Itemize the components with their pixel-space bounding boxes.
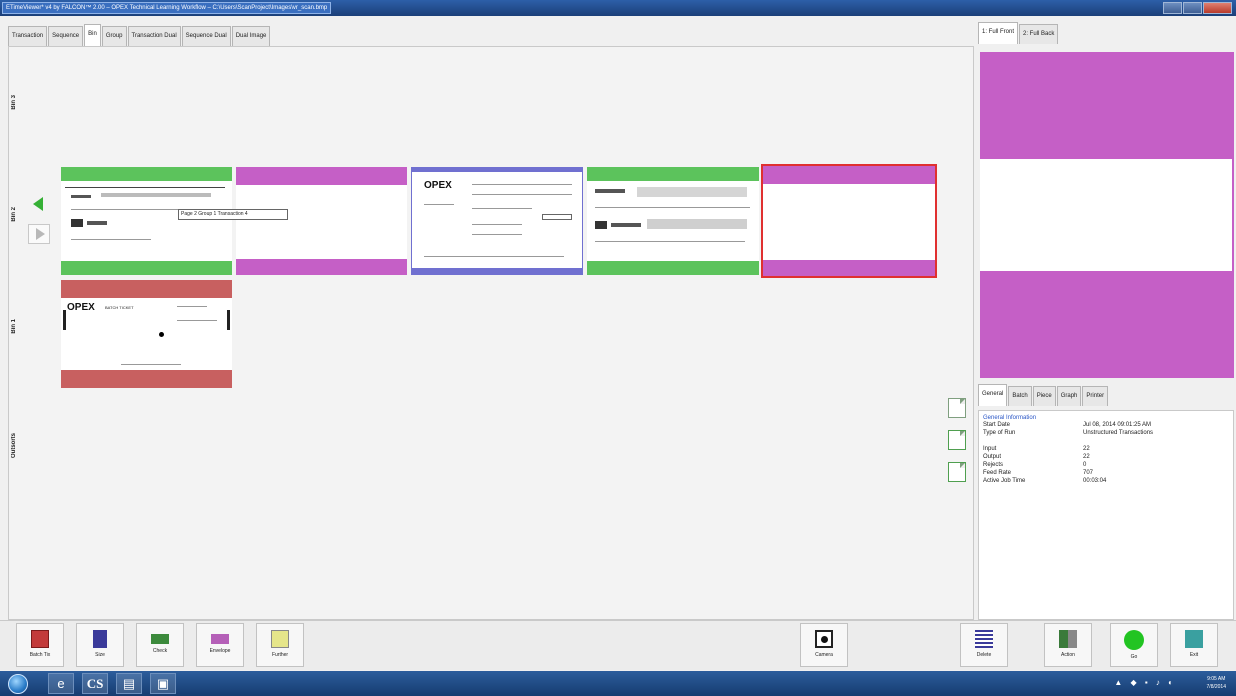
tab-bin[interactable]: Bin xyxy=(84,24,101,46)
front-page-icon[interactable] xyxy=(948,398,966,418)
batch-ticket-caption: BATCH TICKET xyxy=(105,305,134,310)
check-icon xyxy=(151,634,169,644)
start-button-icon[interactable] xyxy=(8,674,28,694)
batch-ticket-icon xyxy=(31,630,49,648)
tab-sequence[interactable]: Sequence xyxy=(48,26,84,46)
tab-batch[interactable]: Batch xyxy=(1008,386,1032,406)
opex-logo: OPEX xyxy=(424,180,452,191)
check-button[interactable]: Check xyxy=(136,623,184,667)
delete-icon xyxy=(975,630,993,648)
general-info-panel: General Information Start Date Jul 08, 2… xyxy=(978,410,1234,620)
exit-icon xyxy=(1185,630,1203,648)
tab-printer[interactable]: Printer xyxy=(1082,386,1109,406)
camera-icon xyxy=(815,630,833,648)
tab-full-front[interactable]: 1: Full Front xyxy=(978,22,1019,44)
exit-button[interactable]: Exit xyxy=(1170,623,1218,667)
info-row-active-job-time: Active Job Time 00:03:04 xyxy=(983,478,1107,484)
full-image-preview xyxy=(980,52,1234,378)
batch-ticket-button[interactable]: Batch Tix xyxy=(16,623,64,667)
document-thumbnail-batch-ticket[interactable]: OPEX BATCH TICKET xyxy=(61,280,232,388)
previous-arrow-icon[interactable] xyxy=(28,194,50,214)
tab-general[interactable]: General xyxy=(978,384,1008,406)
document-thumbnail-envelope-selected[interactable] xyxy=(761,164,937,278)
internet-explorer-icon[interactable]: e xyxy=(48,673,74,694)
tab-graph[interactable]: Graph xyxy=(1056,386,1082,406)
document-tooltip: Page 2 Group 1 Transaction 4 xyxy=(178,209,288,220)
info-row-output: Output 22 xyxy=(983,454,1090,460)
window-controls xyxy=(1162,2,1232,14)
document-thumbnail-check-1[interactable] xyxy=(61,167,232,275)
action-icon xyxy=(1059,630,1077,648)
minimize-button[interactable] xyxy=(1163,2,1182,14)
windows-taskbar: e CS ▤ ▣ ▲ ◆ ▪ ♪ ◐ 9:05 AM 7/8/2014 xyxy=(0,671,1236,696)
info-row-rejects: Rejects 0 xyxy=(983,462,1087,468)
action-button[interactable]: Action xyxy=(1044,623,1092,667)
tab-piece[interactable]: Piece xyxy=(1032,386,1056,406)
go-button[interactable]: Go xyxy=(1110,623,1158,667)
tab-transaction[interactable]: Transaction xyxy=(8,26,48,46)
envelope-button[interactable]: Envelope xyxy=(196,623,244,667)
dual-page-icon[interactable] xyxy=(948,462,966,482)
document-thumbnail-form[interactable]: OPEX xyxy=(411,167,583,275)
outsorts-label: Outsorts xyxy=(11,433,17,459)
maximize-button[interactable] xyxy=(1182,2,1202,14)
close-button[interactable] xyxy=(1202,2,1232,14)
bin-1-label: Bin 1 xyxy=(11,319,17,334)
envelope-icon xyxy=(211,634,229,644)
camera-button[interactable]: Camera xyxy=(800,623,848,667)
document-thumbnail-envelope-1[interactable] xyxy=(236,167,407,275)
title-bar: ETimeViewer* v4 by FALCON™ 2.00 – OPEX T… xyxy=(0,0,1236,16)
tab-full-back[interactable]: 2: Full Back xyxy=(1019,24,1059,44)
taskbar-clock[interactable]: 9:05 AM 7/8/2014 xyxy=(1207,675,1226,691)
info-row-type-of-run: Type of Run Unstructured Transactions xyxy=(983,430,1154,436)
bin-3-label: Bin 3 xyxy=(11,95,17,110)
go-icon xyxy=(1124,630,1144,650)
info-row-input: Input 22 xyxy=(983,446,1090,452)
bottom-toolbar: Batch Tix Size Check Envelope Further Ca… xyxy=(0,620,1236,670)
further-icon xyxy=(271,630,289,648)
tab-group[interactable]: Group xyxy=(101,26,127,46)
next-arrow-icon[interactable] xyxy=(28,224,50,244)
window-title: ETimeViewer* v4 by FALCON™ 2.00 – OPEX T… xyxy=(2,2,332,14)
image-tabs: 1: Full Front 2: Full Back xyxy=(978,22,1059,44)
back-page-icon[interactable] xyxy=(948,430,966,450)
info-row-feed-rate: Feed Rate 707 xyxy=(983,470,1094,476)
file-explorer-icon[interactable]: ▤ xyxy=(116,673,142,694)
bin-2-label: Bin 2 xyxy=(11,207,17,222)
system-tray[interactable]: ▲ ◆ ▪ ♪ ◐ xyxy=(1114,678,1176,687)
info-tabs: General Batch Piece Graph Printer xyxy=(978,384,1109,406)
cs-app-icon[interactable]: CS xyxy=(82,673,108,694)
info-row-start-date: Start Date Jul 08, 2014 09:01:25 AM xyxy=(983,422,1152,428)
delete-button[interactable]: Delete xyxy=(960,623,1008,667)
further-button[interactable]: Further xyxy=(256,623,304,667)
view-tabs: Transaction Sequence Bin Group Transacti… xyxy=(8,24,271,46)
size-icon xyxy=(93,630,107,648)
size-button[interactable]: Size xyxy=(76,623,124,667)
app-window-icon[interactable]: ▣ xyxy=(150,673,176,694)
tab-dual-image[interactable]: Dual Image xyxy=(231,26,271,46)
tab-sequence-dual[interactable]: Sequence Dual xyxy=(181,26,231,46)
opex-logo: OPEX xyxy=(67,302,95,313)
tab-transaction-dual[interactable]: Transaction Dual xyxy=(127,26,181,46)
document-thumbnail-check-2[interactable] xyxy=(587,167,759,275)
